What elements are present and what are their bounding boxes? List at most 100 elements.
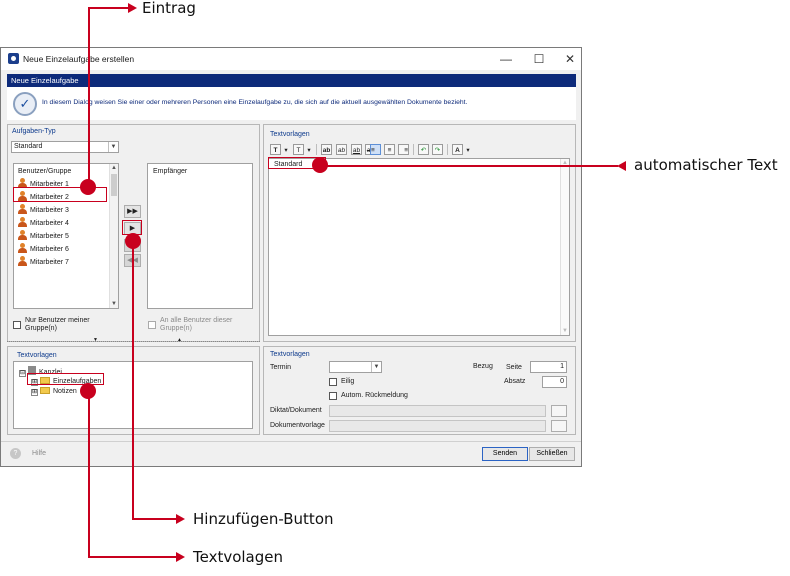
redo-icon[interactable]: ↷ <box>432 144 443 155</box>
italic-button[interactable]: ab <box>336 144 347 155</box>
toolbar-separator <box>413 144 414 155</box>
template-leader-line <box>88 556 178 558</box>
font-style-button[interactable]: T <box>270 144 281 155</box>
template-tree-label: Textvorlagen <box>17 352 57 359</box>
chevron-down-icon: ▼ <box>108 142 118 152</box>
chevron-down-icon: ▼ <box>371 362 381 372</box>
annotation-automatischer-text: automatischer Text <box>634 156 778 174</box>
close-button[interactable]: Schließen <box>529 447 575 461</box>
bezug-label: Bezug <box>473 363 493 370</box>
scroll-thumb[interactable] <box>111 174 117 196</box>
add-button-leader-line <box>132 518 178 520</box>
seite-label: Seite <box>506 364 522 371</box>
rueckmeldung-label: Autom. Rückmeldung <box>341 392 408 399</box>
auto-text-leader-line <box>320 165 618 167</box>
align-left-button[interactable]: ≡ <box>370 144 381 155</box>
info-text: In diesem Dialog weisen Sie einer oder m… <box>42 99 468 106</box>
user-icon <box>18 230 27 240</box>
chevron-down-icon[interactable]: ▾ <box>464 144 472 155</box>
send-button[interactable]: Senden <box>482 447 528 461</box>
editor-scrollbar[interactable]: ▲ ▼ <box>560 159 569 335</box>
help-label[interactable]: Hilfe <box>32 450 46 457</box>
chevron-down-icon[interactable]: ▾ <box>305 144 313 155</box>
scroll-up-icon[interactable]: ▲ <box>110 165 118 171</box>
text-editor[interactable]: Standard ▲ ▼ <box>268 158 570 336</box>
eilig-checkbox[interactable] <box>329 378 337 386</box>
align-center-button[interactable]: ≡ <box>384 144 395 155</box>
to-all-users-checkbox[interactable] <box>148 321 156 329</box>
dialog-header-bar: Neue Einzelaufgabe <box>7 74 576 87</box>
toolbar-separator <box>447 144 448 155</box>
template-highlight <box>27 373 104 385</box>
diktat-field[interactable] <box>329 405 546 417</box>
text-color-button[interactable]: A <box>452 144 463 155</box>
list-item[interactable]: Mitarbeiter 7 <box>18 256 69 268</box>
entry-leader-line <box>88 7 90 186</box>
vorlage-picker-icon[interactable] <box>551 420 567 432</box>
termin-label: Termin <box>270 364 292 371</box>
task-type-label: Aufgaben-Typ <box>12 128 56 135</box>
template-leader-line <box>88 391 90 558</box>
user-icon <box>18 243 27 253</box>
entry-leader-line <box>88 7 131 9</box>
arrow-left-icon <box>617 161 626 171</box>
text-template-label: Textvorlagen <box>270 131 310 138</box>
chevron-down-icon[interactable]: ▾ <box>282 144 290 155</box>
eilig-label: Eilig <box>341 378 355 385</box>
bold-button[interactable]: ab <box>321 144 332 155</box>
undo-icon[interactable]: ↶ <box>418 144 429 155</box>
info-band: ✓ In diesem Dialog weisen Sie einer oder… <box>7 87 576 120</box>
list-item[interactable]: Mitarbeiter 4 <box>18 217 69 229</box>
diktat-picker-icon[interactable] <box>551 405 567 417</box>
task-check-icon: ✓ <box>13 92 37 116</box>
tree-expand-icon[interactable]: ⊞ <box>31 389 38 396</box>
absatz-label: Absatz <box>504 378 526 385</box>
task-type-select[interactable]: Standard ▼ <box>11 141 119 153</box>
window-title: Neue Einzelaufgabe erstellen <box>23 54 135 64</box>
vorlage-label: Dokumentvorlage <box>270 422 325 429</box>
expand-up-icon[interactable]: ▲ <box>177 337 182 343</box>
maximize-button[interactable]: ☐ <box>524 49 554 69</box>
list-item[interactable]: Mitarbeiter 5 <box>18 230 69 242</box>
collapse-down-icon[interactable]: ▼ <box>93 337 98 343</box>
user-icon <box>18 217 27 227</box>
tree-node-notizen[interactable]: ⊞ Notizen <box>31 387 77 397</box>
annotation-eintrag: Eintrag <box>142 0 196 17</box>
task-type-value: Standard <box>14 143 43 150</box>
list-item[interactable]: Mitarbeiter 3 <box>18 204 69 216</box>
align-right-button[interactable]: ≡ <box>398 144 409 155</box>
add-button-leader-line <box>132 241 134 520</box>
help-icon[interactable]: ? <box>10 448 21 459</box>
user-icon <box>18 256 27 266</box>
users-scrollbar[interactable]: ▲ ▼ <box>109 164 118 308</box>
arrow-right-icon <box>176 552 185 562</box>
scroll-down-icon[interactable]: ▼ <box>561 328 569 334</box>
vorlage-field[interactable] <box>329 420 546 432</box>
tree-collapse-icon[interactable]: ⊟ <box>19 370 26 377</box>
rueckmeldung-checkbox[interactable] <box>329 392 337 400</box>
absatz-field[interactable]: 0 <box>542 376 567 388</box>
termin-select[interactable]: ▼ <box>329 361 382 373</box>
only-my-group-checkbox[interactable] <box>13 321 21 329</box>
list-item[interactable]: Mitarbeiter 6 <box>18 243 69 255</box>
arrow-right-icon <box>128 3 137 13</box>
folder-icon <box>40 387 50 394</box>
toolbar-separator <box>316 144 317 155</box>
scroll-down-icon[interactable]: ▼ <box>110 301 118 307</box>
recipients-list[interactable]: Empfänger <box>147 163 253 309</box>
underline-button[interactable]: ab <box>351 144 362 155</box>
annotation-textvolagen: Textvolagen <box>193 548 284 566</box>
minimize-button[interactable]: — <box>491 49 521 69</box>
details-label: Textvorlagen <box>270 351 310 358</box>
recipients-list-header: Empfänger <box>153 168 188 175</box>
arrow-right-icon <box>176 514 185 524</box>
users-list[interactable]: Benutzer/Gruppe Mitarbeiter 1 Mitarbeite… <box>13 163 119 309</box>
only-my-group-label: Nur Benutzer meiner Gruppe(n) <box>25 317 90 332</box>
users-list-header: Benutzer/Gruppe <box>18 168 72 175</box>
seite-field[interactable]: 1 <box>530 361 567 373</box>
to-all-users-label: An alle Benutzer dieser Gruppe(n) <box>160 317 233 332</box>
font-size-button[interactable]: T <box>293 144 304 155</box>
user-icon <box>18 204 27 214</box>
add-all-button[interactable]: ▶▶ <box>124 205 141 218</box>
close-window-button[interactable]: ✕ <box>555 49 585 69</box>
